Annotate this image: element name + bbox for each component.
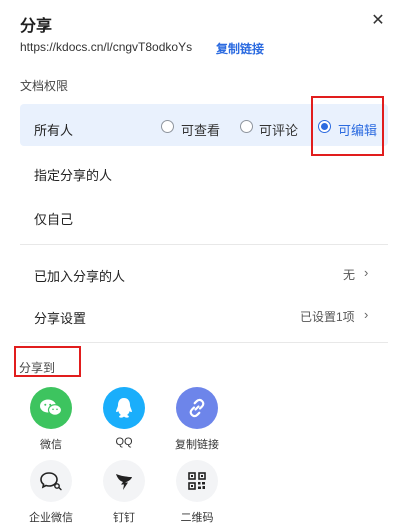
share-qrcode-button[interactable]: 二维码 (162, 460, 232, 525)
share-copy-link-label: 复制链接 (175, 439, 219, 451)
permission-only-me[interactable]: 仅自己 (34, 209, 73, 228)
wechat-icon (30, 387, 72, 429)
divider (20, 342, 388, 343)
dialog-title: 分享 (20, 18, 53, 35)
permission-owner-label: 所有人 (34, 123, 74, 138)
share-url: https://kdocs.cn/l/cngvT8odkoYs (20, 40, 193, 54)
radio-view-label[interactable]: 可查看 (181, 120, 220, 139)
divider (20, 244, 388, 245)
qq-icon (103, 387, 145, 429)
dingtalk-icon (103, 460, 145, 502)
chevron-right-icon[interactable]: › (364, 307, 368, 322)
close-icon[interactable]: ✕ (370, 13, 386, 29)
share-dingtalk-label: 钉钉 (113, 512, 135, 524)
share-settings-label[interactable]: 分享设置 (34, 308, 86, 327)
share-qq-button[interactable]: QQ (89, 387, 159, 448)
joined-people-value: 无 (343, 268, 356, 282)
share-wechat-button[interactable]: 微信 (16, 387, 86, 452)
radio-comment-label[interactable]: 可评论 (259, 120, 298, 139)
highlight-box-edit (311, 96, 384, 156)
qrcode-icon (176, 460, 218, 502)
share-wechat-label: 微信 (40, 439, 62, 451)
share-work-wechat-label: 企业微信 (29, 512, 73, 524)
radio-comment[interactable] (240, 120, 253, 133)
joined-people-label[interactable]: 已加入分享的人 (34, 266, 125, 285)
highlight-box-share-to (14, 346, 81, 377)
share-qq-label: QQ (115, 436, 133, 448)
radio-view-circle[interactable] (161, 120, 174, 133)
radio-comment-circle[interactable] (240, 120, 253, 133)
link-icon (176, 387, 218, 429)
permissions-section-label: 文档权限 (20, 79, 69, 93)
permission-specified-people[interactable]: 指定分享的人 (34, 165, 112, 184)
copy-link-button[interactable]: 复制链接 (216, 40, 264, 57)
chevron-right-icon[interactable]: › (364, 265, 368, 280)
share-dingtalk-button[interactable]: 钉钉 (89, 460, 159, 525)
share-copy-link-button[interactable]: 复制链接 (162, 387, 232, 452)
share-work-wechat-button[interactable]: 企业微信 (16, 460, 86, 525)
share-qrcode-label: 二维码 (180, 512, 214, 524)
radio-view[interactable] (161, 120, 174, 133)
share-settings-value: 已设置1项 (300, 310, 355, 324)
work-wechat-icon (30, 460, 72, 502)
